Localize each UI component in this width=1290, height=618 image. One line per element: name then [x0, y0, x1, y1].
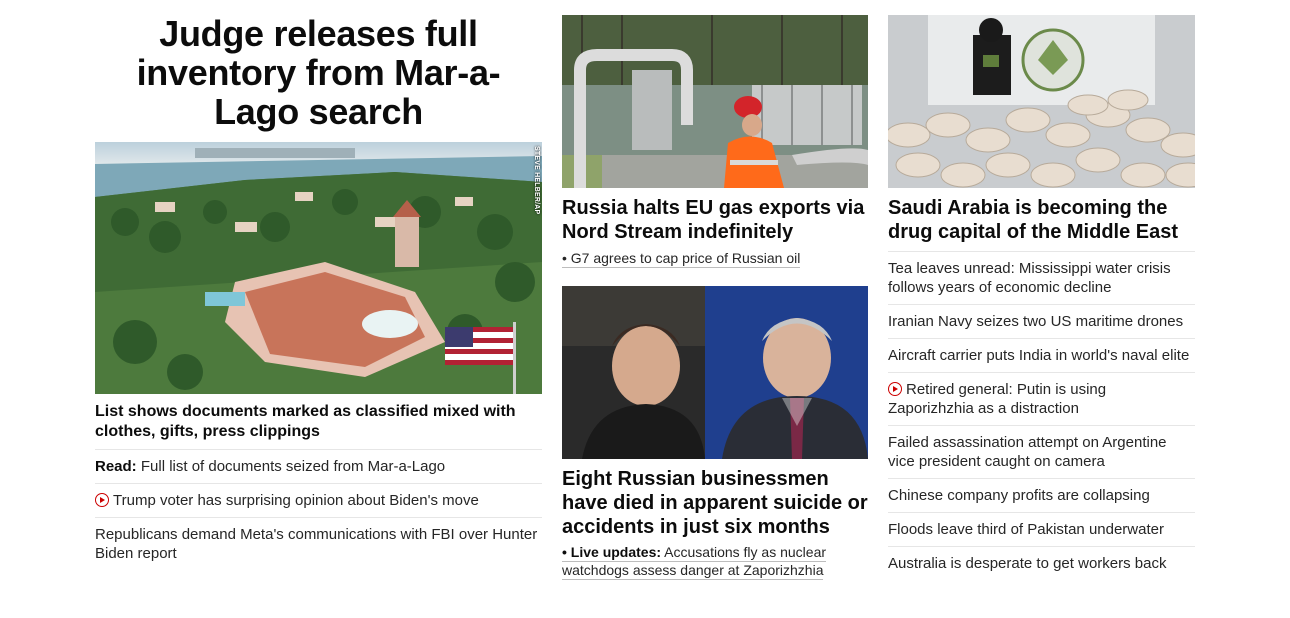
middle-story-column: Russia halts EU gas exports via Nord Str…: [562, 0, 868, 580]
play-video-icon: [888, 382, 902, 396]
lead-sub-headline[interactable]: List shows documents marked as classifie…: [95, 402, 542, 442]
list-item[interactable]: Floods leave third of Pakistan underwate…: [888, 512, 1195, 546]
russian-businessmen-headline[interactable]: Eight Russian businessmen have died in a…: [562, 467, 868, 539]
right-links-list: Tea leaves unread: Mississippi water cri…: [888, 251, 1195, 580]
link-text[interactable]: Iranian Navy seizes two US maritime dron…: [888, 313, 1183, 330]
list-item[interactable]: Read: Full list of documents seized from…: [95, 449, 542, 483]
list-item[interactable]: Aircraft carrier puts India in world's n…: [888, 338, 1195, 372]
list-item[interactable]: Iranian Navy seizes two US maritime dron…: [888, 304, 1195, 338]
live-updates-link[interactable]: • Live updates: Accusations fly as nucle…: [562, 543, 868, 580]
right-story-column: Saudi Arabia is becoming the drug capita…: [888, 0, 1195, 580]
link-text[interactable]: Chinese company profits are collapsing: [888, 487, 1150, 504]
link-text[interactable]: Failed assassination attempt on Argentin…: [888, 434, 1167, 470]
list-item[interactable]: Australia is desperate to get workers ba…: [888, 546, 1195, 580]
saudi-drugs-headline[interactable]: Saudi Arabia is becoming the drug capita…: [888, 196, 1195, 244]
lead-banner-headline[interactable]: Judge releases full inventory from Mar-a…: [95, 14, 542, 131]
nord-stream-image[interactable]: [562, 15, 868, 188]
saudi-drugs-image[interactable]: [888, 15, 1195, 188]
link-text[interactable]: Floods leave third of Pakistan underwate…: [888, 521, 1164, 538]
nord-stream-headline[interactable]: Russia halts EU gas exports via Nord Str…: [562, 196, 868, 244]
lead-related-links: Read: Full list of documents seized from…: [95, 449, 542, 570]
list-item[interactable]: Tea leaves unread: Mississippi water cri…: [888, 251, 1195, 304]
link-text[interactable]: Aircraft carrier puts India in world's n…: [888, 347, 1189, 364]
list-item[interactable]: Republicans demand Meta's communications…: [95, 517, 542, 570]
link-text[interactable]: Australia is desperate to get workers ba…: [888, 555, 1166, 572]
link-text[interactable]: Full list of documents seized from Mar-a…: [141, 458, 445, 475]
russian-businessmen-image[interactable]: [562, 286, 868, 459]
list-item[interactable]: Trump voter has surprising opinion about…: [95, 483, 542, 517]
link-text[interactable]: Trump voter has surprising opinion about…: [113, 492, 479, 509]
link-text[interactable]: Retired general: Putin is using Zaporizh…: [888, 381, 1106, 417]
play-video-icon: [95, 493, 109, 507]
list-item[interactable]: Chinese company profits are collapsing: [888, 478, 1195, 512]
link-text[interactable]: Republicans demand Meta's communications…: [95, 526, 537, 562]
lead-story-column: Judge releases full inventory from Mar-a…: [95, 0, 542, 570]
link-text[interactable]: • G7 agrees to cap price of Russian oil: [562, 250, 801, 268]
list-item[interactable]: Retired general: Putin is using Zaporizh…: [888, 372, 1195, 425]
lead-story-image[interactable]: STEVE HELBER/AP: [95, 142, 542, 394]
link-text[interactable]: Tea leaves unread: Mississippi water cri…: [888, 260, 1171, 296]
nord-stream-related-link[interactable]: • G7 agrees to cap price of Russian oil: [562, 249, 868, 268]
read-label: Read:: [95, 458, 137, 475]
live-updates-label: • Live updates:: [562, 544, 662, 560]
list-item[interactable]: Failed assassination attempt on Argentin…: [888, 425, 1195, 478]
image-credit: STEVE HELBER/AP: [533, 146, 540, 215]
